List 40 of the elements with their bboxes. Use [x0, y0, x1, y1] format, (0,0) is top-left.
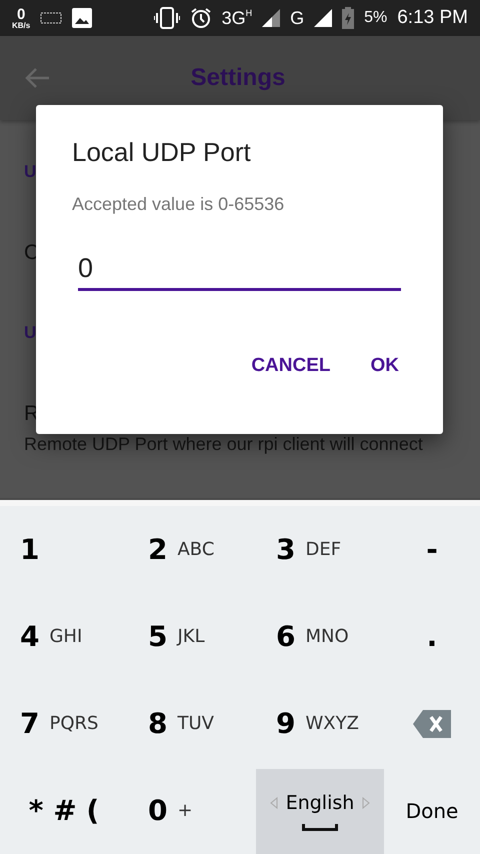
done-key[interactable]: Done	[384, 767, 480, 854]
dialog-message: Accepted value is 0-65536	[72, 194, 286, 215]
network-label: H	[246, 8, 252, 18]
keyboard-key[interactable]: 4 GHI	[0, 593, 128, 680]
keyboard-key[interactable]: 2 ABC	[128, 506, 256, 593]
port-input-field[interactable]: 0	[78, 249, 401, 291]
section-header: U	[24, 322, 38, 344]
network-type: G	[290, 8, 304, 28]
signal-icon	[314, 9, 332, 27]
backspace-icon	[413, 710, 451, 738]
keyboard-key[interactable]: 3 DEF	[256, 506, 384, 593]
keyboard-key[interactable]: 9 WXYZ	[256, 680, 384, 767]
back-icon[interactable]	[24, 67, 50, 89]
space-bar-icon	[302, 824, 338, 831]
battery-icon	[342, 7, 354, 29]
alarm-icon	[190, 7, 212, 29]
network-type: 3G	[222, 8, 246, 28]
vibrate-icon	[154, 7, 180, 29]
battery-level: 5%	[364, 9, 388, 27]
keyboard-key[interactable]: -	[384, 506, 480, 593]
right-triangle-icon	[362, 797, 370, 809]
keyboard-key[interactable]: 5 JKL	[128, 593, 256, 680]
keyboard-icon	[40, 12, 62, 24]
dialog-title: Local UDP Port	[72, 137, 252, 168]
ok-button[interactable]: OK	[362, 349, 407, 383]
image-icon	[72, 8, 92, 28]
clock: 6:13 PM	[397, 7, 468, 29]
keyboard-key[interactable]: 1	[0, 506, 128, 593]
space-key[interactable]: English	[256, 769, 384, 854]
keyboard-key[interactable]: .	[384, 593, 480, 680]
keyboard-key[interactable]: 7 PQRS	[0, 680, 128, 767]
left-triangle-icon	[270, 797, 278, 809]
keyboard-key[interactable]: 0 +	[128, 767, 256, 854]
network-speed: 0 KB/s	[12, 6, 30, 30]
section-header: U	[24, 161, 38, 183]
keyboard-key[interactable]: 8 TUV	[128, 680, 256, 767]
keyboard-key[interactable]: 6 MNO	[256, 593, 384, 680]
signal-icon	[262, 9, 280, 27]
cancel-button[interactable]: CANCEL	[243, 349, 338, 383]
keyboard-key[interactable]: * # (	[0, 767, 128, 854]
